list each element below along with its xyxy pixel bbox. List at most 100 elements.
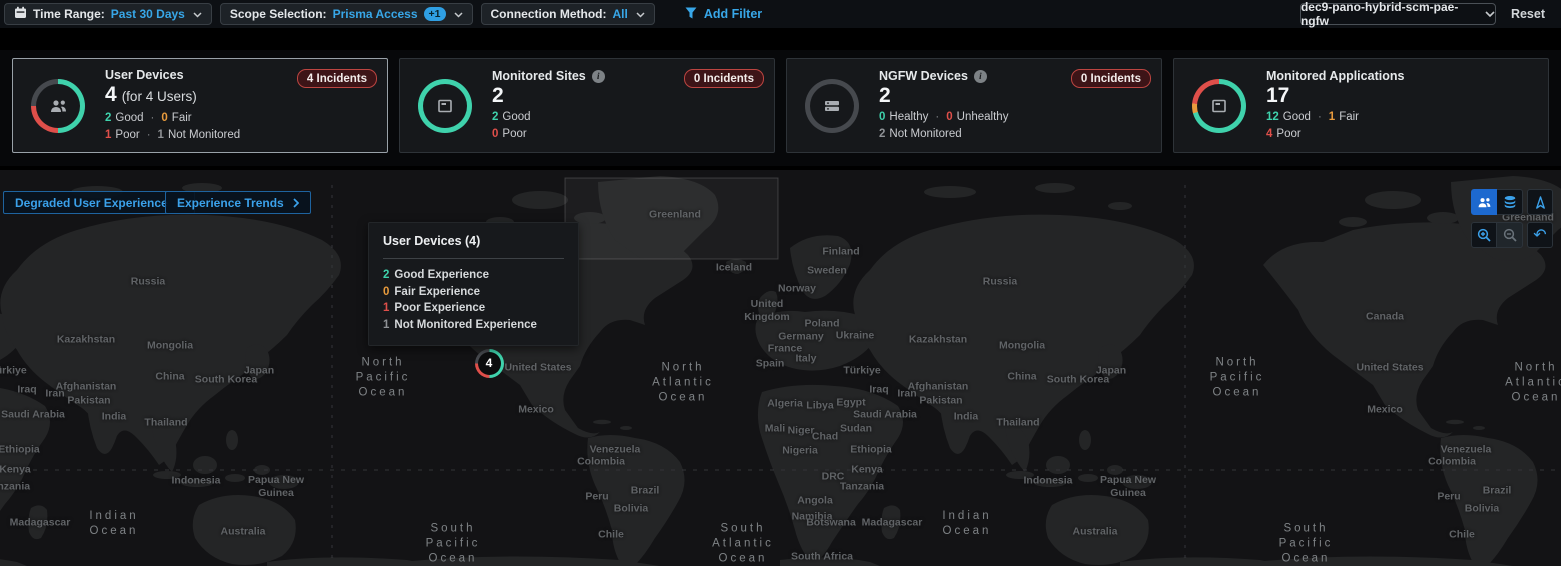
stat-count: 1 [105, 129, 111, 141]
connection-method-filter[interactable]: Connection Method: All [481, 3, 655, 25]
stat-label: Unhealthy [957, 111, 1009, 123]
status-donut-chart [418, 79, 472, 133]
tooltip-stat-count: 0 [383, 286, 389, 298]
chevron-down-icon [454, 7, 463, 21]
card-body: Monitored Applications1712Good·1Fair4Poo… [1266, 69, 1404, 142]
stat-count: 0 [879, 111, 885, 123]
card-title: Monitored Sitesi [492, 69, 605, 84]
card-title-text: Monitored Applications [1266, 69, 1404, 84]
connection-value: All [612, 7, 627, 21]
connection-label: Connection Method: [491, 7, 607, 21]
layers-icon [1503, 195, 1517, 209]
stat-label: Fair [1339, 111, 1359, 123]
card-title-text: NGFW Devices [879, 69, 968, 84]
reset-view-button[interactable]: ↶ [1527, 222, 1553, 248]
card-stat-row: 2 Not Monitored [879, 127, 1008, 142]
add-filter-button[interactable]: Add Filter [685, 7, 762, 22]
summary-card-monitored-applications[interactable]: Monitored Applications1712Good·1Fair4Poo… [1173, 58, 1549, 153]
tooltip-stat-label: Not Monitored Experience [394, 319, 537, 331]
stat-label: Good [115, 112, 143, 124]
scope-selection-filter[interactable]: Scope Selection: Prisma Access +1 [220, 3, 473, 25]
card-body: NGFW Devicesi20Healthy·0Unhealthy2Not Mo… [879, 69, 1008, 142]
stat-count: 12 [1266, 111, 1279, 123]
card-title: NGFW Devices i [879, 69, 1008, 84]
card-value-suffix: (for 4 Users) [122, 89, 197, 104]
card-stat-row: 1Poor·1Not Monitored [105, 128, 240, 143]
stat-separator: · [935, 111, 939, 123]
tooltip-stat-label: Fair Experience [394, 286, 480, 298]
stat-label: Good [502, 111, 530, 123]
zoom-in-button[interactable] [1471, 222, 1497, 248]
donut-center-icon [1197, 84, 1241, 128]
tooltip-stat-row: 0 Fair Experience [383, 284, 564, 301]
device-cluster-marker[interactable]: 4 [475, 349, 504, 378]
summary-band: User Devices4(for 4 Users)2Good·0Fair1Po… [0, 50, 1561, 166]
incidents-badge[interactable]: 0 Incidents [684, 69, 764, 88]
stat-count: 0 [492, 128, 498, 140]
applications-icon [1211, 98, 1227, 114]
tooltip-rows: 2Good Experience0Fair Experience1Poor Ex… [383, 267, 564, 333]
stat-count: 1 [1329, 111, 1335, 123]
stat-count: 4 [1266, 128, 1272, 140]
stat-label: Poor [1276, 128, 1300, 140]
summary-card-monitored-sites[interactable]: Monitored Sitesi22Good0Poor0 Incidents [399, 58, 775, 153]
info-icon[interactable]: i [974, 70, 987, 83]
stat-separator: · [1318, 111, 1322, 123]
zoom-out-button[interactable] [1497, 222, 1523, 248]
device-selector[interactable]: dec9-pano-hybrid-scm-pae-ngfw [1300, 3, 1496, 25]
chevron-down-icon [636, 7, 645, 21]
reset-button[interactable]: Reset [1511, 7, 1545, 21]
card-title: User Devices [105, 68, 240, 83]
stat-count: 2 [492, 111, 498, 123]
card-stat-row: 2 Good [492, 110, 605, 125]
incidents-badge[interactable]: 0 Incidents [1071, 69, 1151, 88]
card-stat-row: 4 Poor [1266, 127, 1404, 142]
chevron-down-icon [1485, 7, 1495, 21]
stat-label: Good [1283, 111, 1311, 123]
card-title: Monitored Applications [1266, 69, 1404, 84]
tooltip-stat-count: 1 [383, 319, 389, 331]
user-devices-layer-button[interactable] [1471, 189, 1497, 215]
funnel-icon [685, 7, 697, 22]
stat-separator: · [151, 112, 155, 124]
stat-label: Healthy [889, 111, 928, 123]
card-value: 4(for 4 Users) [105, 83, 240, 109]
stat-separator: · [147, 129, 151, 141]
map-controls: ↶ [1471, 189, 1553, 248]
world-map[interactable]: RussiaKazakhstanMongoliaChinaSouth Korea… [0, 170, 1561, 566]
tooltip-stat-label: Poor Experience [394, 302, 485, 314]
firewall-device-icon [824, 99, 840, 113]
donut-center-icon [36, 84, 80, 128]
topbar-right-group: dec9-pano-hybrid-scm-pae-ngfw Reset [1300, 3, 1561, 25]
tooltip-stat-count: 2 [383, 269, 389, 281]
card-stat-row: 0Healthy·0Unhealthy [879, 110, 1008, 125]
donut-center-icon [423, 84, 467, 128]
incidents-badge[interactable]: 4 Incidents [297, 69, 377, 88]
layers-button[interactable] [1497, 189, 1523, 215]
calendar-icon [14, 6, 27, 22]
time-range-filter[interactable]: Time Range: Past 30 Days [4, 3, 212, 25]
summary-cards: User Devices4(for 4 Users)2Good·0Fair1Po… [12, 58, 1549, 153]
scope-label: Scope Selection: [230, 7, 327, 21]
map-style-button[interactable] [1527, 189, 1553, 215]
card-value: 2 [492, 84, 605, 108]
experience-trends-button[interactable]: Experience Trends [165, 191, 311, 214]
chevron-down-icon [193, 7, 202, 21]
summary-card-ngfw-devices[interactable]: NGFW Devicesi20Healthy·0Unhealthy2Not Mo… [786, 58, 1162, 153]
device-selector-value: dec9-pano-hybrid-scm-pae-ngfw [1301, 0, 1473, 28]
summary-card-user-devices[interactable]: User Devices4(for 4 Users)2Good·0Fair1Po… [12, 58, 388, 153]
tooltip-divider [383, 258, 564, 259]
card-value: 2 [879, 84, 1008, 108]
stat-count: 0 [161, 112, 167, 124]
stat-count: 1 [158, 129, 164, 141]
stat-label: Not Monitored [889, 128, 961, 140]
stat-count: 2 [879, 128, 885, 140]
card-body: Monitored Sitesi22Good0Poor [492, 69, 605, 142]
stat-label: Poor [502, 128, 526, 140]
stat-label: Not Monitored [168, 129, 240, 141]
status-donut-chart [31, 79, 85, 133]
status-donut-chart [805, 79, 859, 133]
info-icon[interactable]: i [592, 70, 605, 83]
card-stat-row: 0 Poor [492, 127, 605, 142]
status-donut-chart [1192, 79, 1246, 133]
